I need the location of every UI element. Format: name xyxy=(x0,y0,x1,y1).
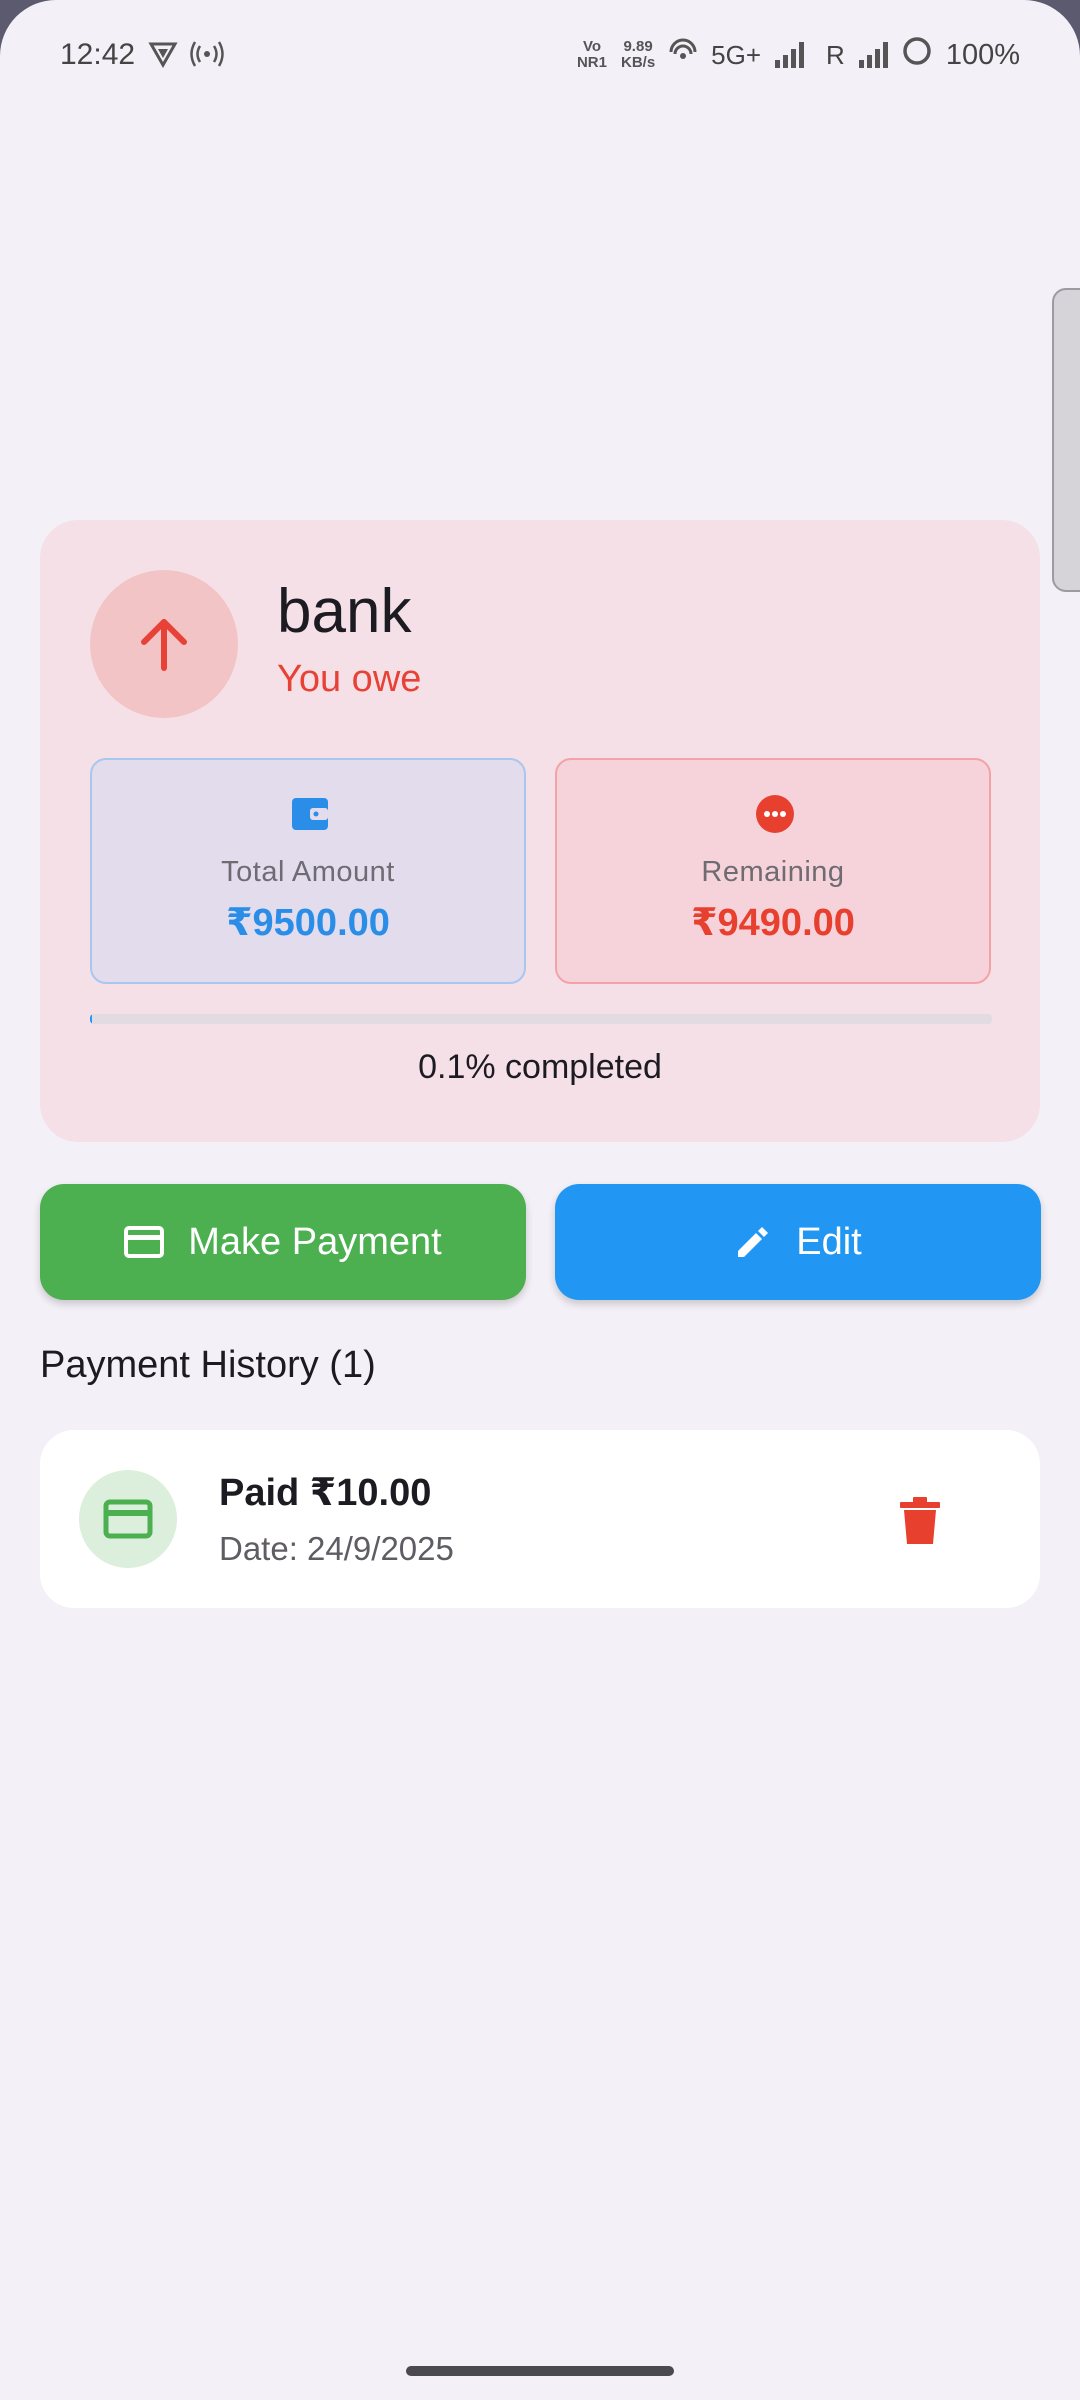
remaining-label: Remaining xyxy=(701,856,845,888)
remaining-value: ₹9490.00 xyxy=(691,902,855,944)
progress-bar xyxy=(90,1014,992,1024)
battery-icon xyxy=(902,36,932,74)
payment-history-item[interactable]: Paid ₹10.00 Date: 24/9/2025 xyxy=(40,1430,1040,1608)
vpn-icon xyxy=(148,40,178,76)
total-amount-label: Total Amount xyxy=(221,856,395,888)
edit-label: Edit xyxy=(796,1220,862,1263)
account-name: bank xyxy=(277,577,412,646)
make-payment-label: Make Payment xyxy=(188,1220,442,1263)
battery-percent: 100% xyxy=(945,38,1020,71)
status-time: 12:42 xyxy=(60,38,136,71)
total-amount-box: Total Amount ₹9500.00 xyxy=(90,758,526,984)
make-payment-button[interactable]: Make Payment xyxy=(40,1184,526,1300)
debt-direction-label: You owe xyxy=(277,658,422,700)
app-screen: 12:42 Vo NR1 9.89 KB/s 5G+ R 100% bank Y… xyxy=(0,0,1080,2400)
edit-button[interactable]: Edit xyxy=(555,1184,1041,1300)
payment-date: Date: 24/9/2025 xyxy=(219,1530,454,1567)
scrollbar-thumb[interactable] xyxy=(1052,288,1080,592)
wallet-icon xyxy=(292,798,328,830)
payment-amount: Paid ₹10.00 xyxy=(219,1472,432,1514)
more-horizontal-icon xyxy=(756,795,794,833)
wifi-calling-icon xyxy=(669,38,697,72)
home-indicator[interactable] xyxy=(406,2366,674,2376)
payment-avatar xyxy=(79,1470,177,1568)
progress-label: 0.1% completed xyxy=(418,1048,662,1086)
status-bar: 12:42 Vo NR1 9.89 KB/s 5G+ R 100% xyxy=(0,0,1080,112)
signal-icon-2 xyxy=(858,42,888,68)
credit-card-icon xyxy=(124,1226,165,1258)
hotspot-icon xyxy=(190,40,224,76)
payment-history-title: Payment History (1) xyxy=(40,1344,376,1386)
network-type: 5G+ xyxy=(711,39,762,70)
arrow-up-icon xyxy=(141,619,187,671)
pencil-icon xyxy=(738,1227,769,1257)
debt-summary-card: bank You owe Total Amount ₹9500.00 Remai… xyxy=(40,520,1040,1142)
roaming-indicator: R xyxy=(826,39,845,70)
network-speed: 9.89 KB/s xyxy=(620,38,656,71)
signal-icon xyxy=(775,42,805,68)
volte-indicator: Vo NR1 xyxy=(576,38,607,71)
progress-fill xyxy=(90,1014,92,1024)
delete-icon[interactable] xyxy=(898,1496,942,1546)
credit-card-icon xyxy=(103,1499,153,1539)
remaining-amount-box: Remaining ₹9490.00 xyxy=(555,758,991,984)
direction-avatar xyxy=(90,570,238,718)
total-amount-value: ₹9500.00 xyxy=(226,902,390,944)
status-right: Vo NR1 9.89 KB/s 5G+ R 100% xyxy=(577,36,1020,74)
